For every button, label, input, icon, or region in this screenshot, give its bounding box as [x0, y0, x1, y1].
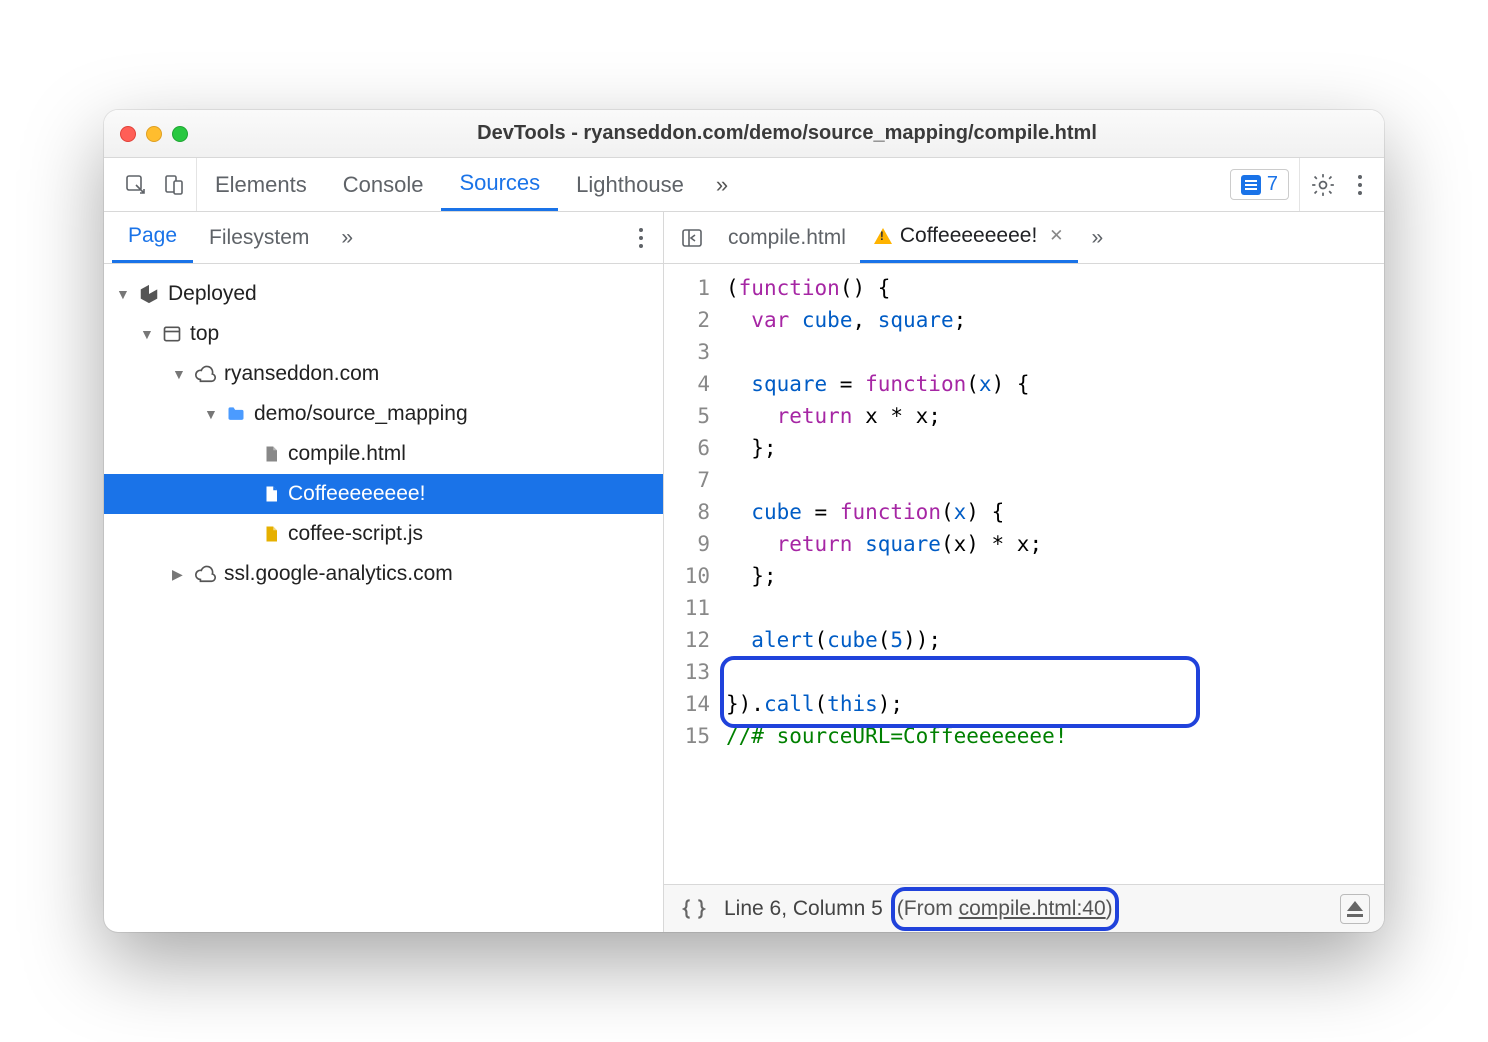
issues-count: 7	[1267, 173, 1278, 196]
tree-file-compile[interactable]: compile.html	[104, 434, 663, 474]
file-tree: ▼ Deployed ▼ top ▼ ryanseddon.com ▼	[104, 264, 663, 932]
cube-icon	[138, 283, 160, 305]
status-bar: Line 6, Column 5 (From compile.html:40)	[664, 884, 1384, 932]
tree-label: coffee-script.js	[288, 522, 423, 546]
minimize-window-button[interactable]	[146, 126, 162, 142]
cloud-icon	[194, 363, 216, 385]
zoom-window-button[interactable]	[172, 126, 188, 142]
kebab-menu-button[interactable]	[1346, 158, 1374, 211]
pretty-print-button[interactable]	[678, 893, 710, 925]
titlebar: DevTools - ryanseddon.com/demo/source_ma…	[104, 110, 1384, 158]
issues-badge[interactable]: 7	[1230, 169, 1289, 200]
cloud-icon	[194, 563, 216, 585]
settings-icon[interactable]	[1310, 172, 1336, 198]
navigator-sidebar: Page Filesystem » ▼ Deployed ▼ top ▼	[104, 212, 664, 932]
inspect-icon[interactable]	[124, 173, 148, 197]
sidebar-more-tabs[interactable]: »	[325, 212, 369, 263]
tree-node-deployed[interactable]: ▼ Deployed	[104, 274, 663, 314]
annotation-highlight-sourceurl	[720, 656, 1200, 728]
annotation-highlight-from	[891, 887, 1119, 931]
editor-pane: compile.html Coffeeeeeeee! ✕ » 123456789…	[664, 212, 1384, 932]
tree-file-coffeescript-js[interactable]: coffee-script.js	[104, 514, 663, 554]
show-drawer-button[interactable]	[1340, 894, 1370, 924]
tree-label: Coffeeeeeeee!	[288, 482, 425, 506]
frame-icon	[162, 324, 182, 344]
tree-label: compile.html	[288, 442, 406, 466]
editor-more-tabs[interactable]: »	[1078, 212, 1118, 263]
tab-lighthouse[interactable]: Lighthouse	[558, 158, 702, 211]
file-icon	[262, 483, 280, 505]
tree-label: Deployed	[168, 282, 257, 306]
tab-console[interactable]: Console	[325, 158, 442, 211]
issues-icon	[1241, 175, 1261, 195]
tab-elements[interactable]: Elements	[197, 158, 325, 211]
js-file-icon	[262, 523, 280, 545]
file-icon	[262, 443, 280, 465]
navigator-toggle-icon[interactable]	[670, 212, 714, 263]
devtools-window: DevTools - ryanseddon.com/demo/source_ma…	[104, 110, 1384, 932]
sidebar-tab-filesystem[interactable]: Filesystem	[193, 212, 325, 263]
code-content: (function() { var cube, square; square =…	[720, 264, 1077, 884]
tree-label: ssl.google-analytics.com	[224, 562, 453, 586]
tree-node-domain[interactable]: ▼ ryanseddon.com	[104, 354, 663, 394]
tab-sources[interactable]: Sources	[441, 158, 558, 211]
sidebar-kebab-button[interactable]	[627, 212, 655, 263]
editor-tab-compile[interactable]: compile.html	[714, 212, 860, 263]
tree-node-analytics[interactable]: ▶ ssl.google-analytics.com	[104, 554, 663, 594]
code-editor[interactable]: 123456789101112131415 (function() { var …	[664, 264, 1384, 884]
tree-node-top[interactable]: ▼ top	[104, 314, 663, 354]
tree-node-folder[interactable]: ▼ demo/source_mapping	[104, 394, 663, 434]
close-window-button[interactable]	[120, 126, 136, 142]
cursor-position: Line 6, Column 5	[724, 897, 883, 921]
folder-icon	[226, 404, 246, 424]
more-tabs-button[interactable]: »	[702, 158, 742, 211]
main-toolbar: Elements Console Sources Lighthouse » 7	[104, 158, 1384, 212]
close-tab-button[interactable]: ✕	[1049, 226, 1063, 246]
line-gutter: 123456789101112131415	[664, 264, 720, 884]
tree-file-coffee-sourceurl[interactable]: Coffeeeeeeee!	[104, 474, 663, 514]
source-origin[interactable]: (From compile.html:40)	[897, 897, 1113, 921]
sidebar-tab-page[interactable]: Page	[112, 212, 193, 263]
tree-label: ryanseddon.com	[224, 362, 379, 386]
tree-label: top	[190, 322, 219, 346]
window-controls	[120, 126, 188, 142]
window-title: DevTools - ryanseddon.com/demo/source_ma…	[206, 122, 1368, 145]
device-toolbar-icon[interactable]	[162, 173, 186, 197]
warning-icon	[874, 228, 892, 244]
tree-label: demo/source_mapping	[254, 402, 468, 426]
editor-tab-coffee[interactable]: Coffeeeeeeee! ✕	[860, 212, 1078, 263]
